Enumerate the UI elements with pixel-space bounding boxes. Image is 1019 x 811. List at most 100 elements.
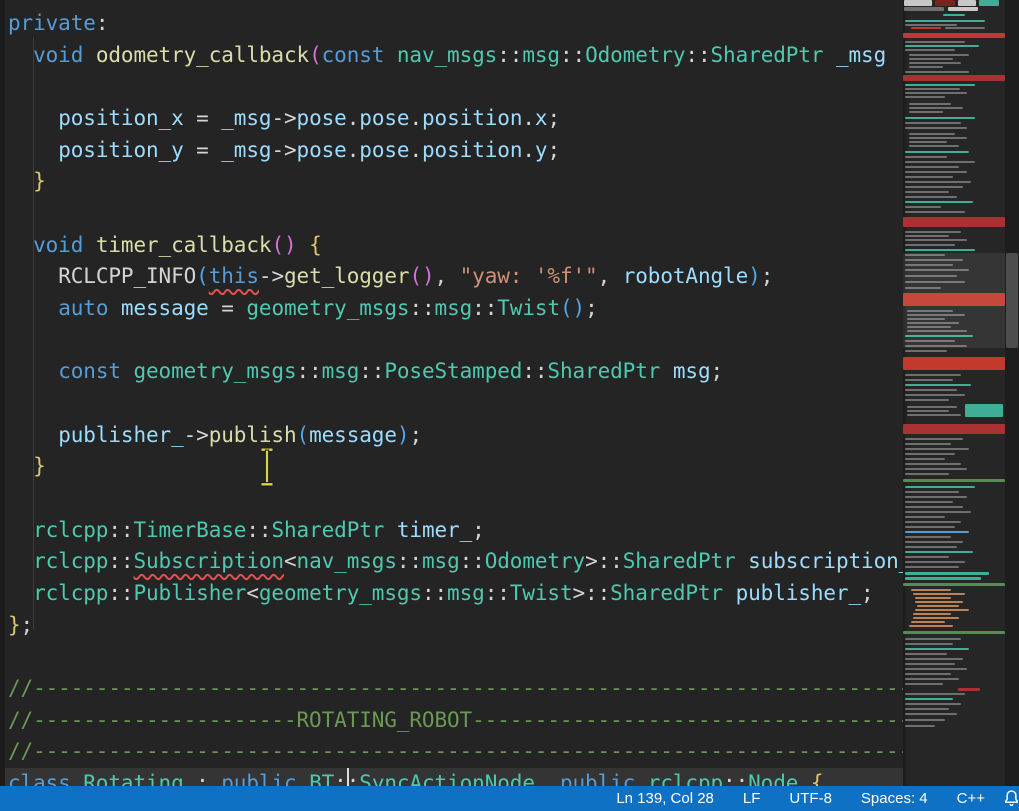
- code-line[interactable]: auto message = geometry_msgs::msg::Twist…: [8, 293, 598, 324]
- minimap[interactable]: [903, 0, 1005, 786]
- minimap-line: [905, 24, 957, 26]
- minimap-line: [905, 448, 969, 450]
- status-language[interactable]: C++: [957, 790, 985, 807]
- minimap-line: [905, 88, 960, 90]
- code-line[interactable]: //--------------------------------------…: [8, 673, 903, 704]
- notifications-bell-icon[interactable]: [1001, 788, 1019, 809]
- minimap-line: [905, 473, 949, 475]
- minimap-line: [905, 201, 973, 203]
- minimap-line: [907, 406, 957, 408]
- minimap-line: [909, 145, 959, 147]
- minimap-line: [903, 33, 1005, 38]
- minimap-line: [911, 589, 951, 591]
- minimap-line: [905, 496, 967, 498]
- minimap-line: [903, 479, 1005, 482]
- minimap-line: [905, 653, 947, 655]
- minimap-line: [905, 551, 973, 553]
- minimap-line: [905, 725, 935, 727]
- minimap-line: [905, 127, 967, 129]
- code-line[interactable]: }: [8, 451, 46, 482]
- status-indentation[interactable]: Spaces: 4: [861, 790, 928, 807]
- minimap-line: [917, 605, 959, 607]
- minimap-line: [905, 536, 951, 538]
- status-encoding[interactable]: UTF-8: [789, 790, 832, 807]
- minimap-line: [905, 181, 971, 183]
- minimap-line: [905, 693, 965, 695]
- minimap-line: [909, 137, 967, 139]
- minimap-line: [905, 521, 961, 523]
- minimap-line: [905, 643, 953, 645]
- status-eol[interactable]: LF: [743, 790, 761, 807]
- minimap-line: [909, 66, 943, 68]
- code-line[interactable]: void timer_callback() {: [8, 230, 322, 261]
- minimap-line: [903, 217, 1005, 227]
- minimap-line: [905, 463, 961, 465]
- minimap-line: [905, 663, 955, 665]
- minimap-line: [909, 107, 963, 109]
- minimap-line: [905, 468, 967, 470]
- minimap-line: [905, 96, 945, 98]
- minimap-line: [943, 14, 965, 16]
- minimap-line: [905, 526, 955, 528]
- minimap-line: [904, 0, 932, 6]
- minimap-line: [945, 27, 985, 29]
- minimap-line: [915, 601, 963, 603]
- code-line[interactable]: }: [8, 166, 46, 197]
- minimap-line: [905, 191, 949, 193]
- minimap-line: [909, 62, 961, 64]
- minimap-line: [905, 698, 953, 700]
- minimap-line: [905, 117, 975, 119]
- code-line[interactable]: void odometry_callback(const nav_msgs::m…: [8, 40, 886, 71]
- minimap-line: [958, 0, 976, 6]
- minimap-slider[interactable]: [903, 253, 1005, 348]
- code-editor[interactable]: private: void odometry_callback(const na…: [0, 0, 903, 786]
- minimap-line: [905, 389, 957, 391]
- minimap-line: [909, 103, 951, 105]
- minimap-line: [913, 613, 951, 615]
- minimap-line: [905, 638, 961, 640]
- minimap-line: [905, 719, 945, 721]
- minimap-line: [905, 384, 971, 386]
- editor-left-edge: [0, 0, 5, 786]
- minimap-line: [909, 58, 953, 60]
- minimap-line: [958, 688, 980, 691]
- code-line[interactable]: const geometry_msgs::msg::PoseStamped::S…: [8, 356, 723, 387]
- vertical-scrollbar[interactable]: [1005, 0, 1019, 786]
- minimap-line: [905, 41, 965, 43]
- minimap-line: [905, 673, 951, 675]
- text-cursor: [347, 768, 349, 786]
- minimap-line: [905, 84, 975, 86]
- minimap-line: [907, 414, 961, 416]
- minimap-line: [948, 7, 978, 11]
- code-line[interactable]: //--------------------------------------…: [8, 736, 903, 767]
- code-line[interactable]: rclcpp::Subscription<nav_msgs::msg::Odom…: [8, 546, 903, 577]
- code-line[interactable]: private:: [8, 8, 108, 39]
- code-line[interactable]: class Rotating : public BT::SyncActionNo…: [8, 768, 823, 786]
- minimap-line: [905, 156, 947, 158]
- code-line[interactable]: RCLCPP_INFO(this->get_logger(), "yaw: '%…: [8, 261, 773, 292]
- minimap-line: [905, 541, 963, 543]
- code-line[interactable]: };: [8, 610, 33, 641]
- minimap-line: [905, 443, 951, 445]
- status-cursor-position[interactable]: Ln 139, Col 28: [616, 790, 714, 807]
- minimap-line: [909, 54, 969, 56]
- code-line[interactable]: rclcpp::TimerBase::SharedPtr timer_;: [8, 515, 485, 546]
- minimap-line: [905, 577, 981, 580]
- minimap-line: [911, 27, 941, 29]
- code-line[interactable]: position_y = _msg->pose.pose.position.y;: [8, 135, 560, 166]
- minimap-line: [905, 453, 955, 455]
- code-line[interactable]: rclcpp::Publisher<geometry_msgs::msg::Tw…: [8, 578, 874, 609]
- minimap-line: [905, 561, 965, 563]
- minimap-line: [905, 235, 949, 237]
- minimap-line: [905, 516, 945, 518]
- minimap-line: [905, 678, 959, 680]
- code-line[interactable]: position_x = _msg->pose.pose.position.x;: [8, 103, 560, 134]
- vscode-window: private: void odometry_callback(const na…: [0, 0, 1019, 811]
- minimap-line: [965, 404, 1003, 417]
- code-line[interactable]: //---------------------ROTATING_ROBOT---…: [8, 705, 903, 736]
- minimap-line: [905, 49, 955, 51]
- minimap-line: [909, 625, 953, 627]
- scrollbar-thumb[interactable]: [1006, 253, 1018, 348]
- code-line[interactable]: publisher_->publish(message);: [8, 420, 422, 451]
- minimap-line: [905, 566, 959, 568]
